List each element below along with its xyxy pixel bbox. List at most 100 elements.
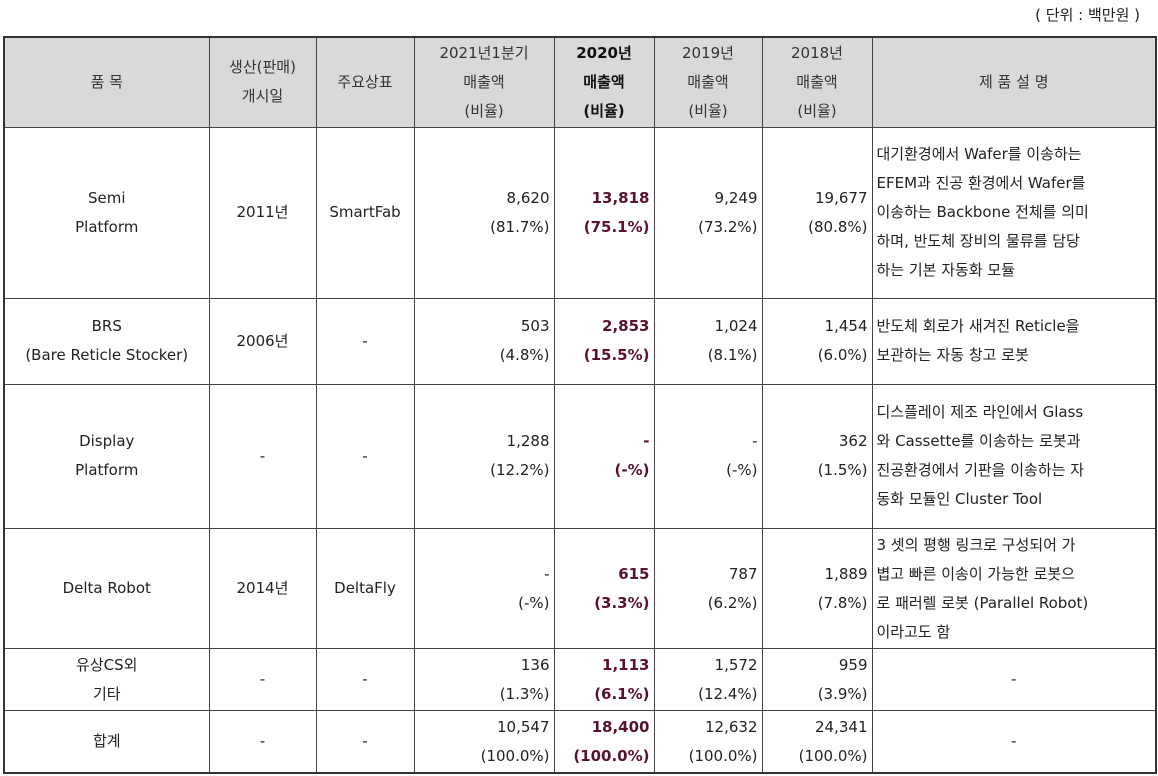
product-name-line2: Platform: [75, 217, 139, 236]
start-date-cell: 2011년: [208, 126, 317, 299]
description-line: 이송하는 Backbone 전체를 의미: [876, 203, 1089, 222]
product-name: 유상CS외: [76, 655, 138, 674]
product-name: Display: [79, 432, 135, 451]
description-cell: 디스플레이 제조 라인에서 Glass 와 Cassette를 이송하는 로봇과 진…: [871, 383, 1157, 530]
description-line: 하는 기본 자동화 모듈: [876, 261, 1016, 280]
sales-ratio: (100.0%): [688, 746, 758, 765]
sales-value: 24,341: [815, 717, 868, 736]
sales-y2020-cell: 1,113 (6.1%): [553, 648, 655, 712]
sales-q1-cell: 8,620 (81.7%): [413, 126, 555, 299]
brand-cell: -: [315, 648, 415, 712]
sales-y2018-cell: 959 (3.9%): [761, 648, 873, 712]
sales-ratio: (-%): [726, 461, 758, 480]
sales-y2018-cell: 362 (1.5%): [761, 383, 873, 530]
start-date-cell: -: [208, 648, 317, 712]
sales-value: 787: [728, 564, 758, 583]
product-name-cell: Delta Robot: [3, 528, 210, 650]
product-name-cell: 유상CS외기타: [3, 648, 210, 712]
product-name-cell: 합계: [3, 710, 210, 774]
sales-ratio: (7.8%): [817, 593, 868, 612]
product-name-line2: 기타: [92, 684, 121, 703]
sales-value: 10,547: [497, 717, 550, 736]
sales-value: 1,113: [602, 655, 650, 674]
product-name-line2: Platform: [75, 461, 139, 480]
sales-ratio: (-%): [614, 461, 650, 480]
table-row: 합계 - -10,547 (100.0%) 18,400 (100.0%) 12,632 (1…: [3, 710, 1157, 774]
sales-value: 615: [618, 564, 650, 583]
description-line: 이라고도 함: [876, 622, 951, 641]
sales-value: 362: [838, 432, 868, 451]
sales-value: 18,400: [591, 717, 650, 736]
sales-q1-cell: 10,547 (100.0%): [413, 710, 555, 774]
sales-ratio: (6.2%): [707, 593, 758, 612]
product-name-line2: (Bare Reticle Stocker): [25, 346, 189, 365]
sales-value: 1,454: [824, 317, 868, 336]
header-2019: 2019년 매출액 (비율): [653, 36, 763, 128]
sales-value: 959: [838, 655, 868, 674]
description-line: -: [1011, 670, 1017, 689]
description-line: -: [1011, 732, 1017, 751]
sales-ratio: (4.8%): [499, 346, 550, 365]
table-row: 유상CS외 기타 - -136 (1.3%) 1,113 (6.1%) 1,572 (12.4%…: [3, 648, 1157, 712]
sales-value: 2,853: [602, 317, 650, 336]
description-line: 보관하는 자동 창고 로봇: [876, 346, 1029, 365]
sales-y2020-cell: 2,853 (15.5%): [553, 297, 655, 385]
description-line: 와 Cassette를 이송하는 로봇과: [876, 432, 1081, 451]
sales-q1-cell: 1,288 (12.2%): [413, 383, 555, 530]
sales-ratio: (3.3%): [594, 593, 650, 612]
sales-y2018-cell: 24,341 (100.0%): [761, 710, 873, 774]
description-line: 동화 모듈인 Cluster Tool: [876, 490, 1043, 509]
description-cell: -: [871, 648, 1157, 712]
start-date-cell: -: [208, 710, 317, 774]
sales-ratio: (12.2%): [490, 461, 550, 480]
product-sales-table: 품 목 생산(판매) 개시일 주요상표 2021년1분기 매출액 (비율) 20…: [3, 36, 1157, 774]
sales-value: 1,572: [714, 655, 758, 674]
table-row: BRS (Bare Reticle Stocker) 2006년 - 503 (4.8%)…: [3, 297, 1157, 385]
sales-ratio: (73.2%): [698, 217, 758, 236]
sales-ratio: (1.5%): [817, 461, 868, 480]
table-row: Semi Platform 2011년 SmartFab 8,620 (81.7%) 13,…: [3, 126, 1157, 299]
sales-value: 12,632: [705, 717, 758, 736]
description-cell: -: [871, 710, 1157, 774]
brand-cell: -: [315, 297, 415, 385]
description-line: 진공환경에서 기판을 이송하는 자: [876, 461, 1085, 480]
sales-q1-cell: 136 (1.3%): [413, 648, 555, 712]
header-product: 품 목: [3, 36, 210, 128]
header-start-date: 생산(판매) 개시일: [208, 36, 317, 128]
sales-y2019-cell: 12,632 (100.0%): [653, 710, 763, 774]
sales-y2019-cell: 9,249 (73.2%): [653, 126, 763, 299]
sales-y2018-cell: 1,889 (7.8%): [761, 528, 873, 650]
header-brand: 주요상표: [315, 36, 415, 128]
sales-ratio: (6.1%): [594, 684, 650, 703]
header-2021q1: 2021년1분기 매출액 (비율): [413, 36, 555, 128]
product-name-cell: BRS (Bare Reticle Stocker): [3, 297, 210, 385]
sales-ratio: (15.5%): [583, 346, 650, 365]
start-date-cell: 2014년: [208, 528, 317, 650]
product-name-cell: Display Platform: [3, 383, 210, 530]
unit-note: ( 단위 : 백만원 ): [1035, 6, 1140, 24]
product-name: BRS: [91, 317, 122, 336]
description-cell: 반도체 회로가 새겨진 Reticle을보관하는 자동 창고 로봇: [871, 297, 1157, 385]
description-cell: 3 셋의 평행 링크로 구성되어 가 볍고 빠른 이송이 가능한 로봇으 로 패러렐…: [871, 528, 1157, 650]
sales-y2018-cell: 1,454 (6.0%): [761, 297, 873, 385]
sales-value: 8,620: [506, 188, 550, 207]
sales-value: 9,249: [714, 188, 758, 207]
sales-ratio: (3.9%): [817, 684, 868, 703]
sales-ratio: (1.3%): [499, 684, 550, 703]
sales-value: -: [544, 564, 550, 583]
product-name: Delta Robot: [62, 579, 151, 598]
sales-value: -: [752, 432, 758, 451]
header-2018: 2018년 매출액 (비율): [761, 36, 873, 128]
description-line: 반도체 회로가 새겨진 Reticle을: [876, 317, 1080, 336]
sales-value: -: [643, 432, 650, 451]
sales-ratio: (-%): [518, 593, 550, 612]
sales-ratio: (81.7%): [490, 217, 550, 236]
description-cell: 대기환경에서 Wafer를 이송하는 EFEM과 진공 환경에서 Wafer를 이송…: [871, 126, 1157, 299]
table-row: Display Platform - -1,288 (12.2%) - (-%) - (-%) 3…: [3, 383, 1157, 530]
description-line: 대기환경에서 Wafer를 이송하는: [876, 145, 1082, 164]
sales-ratio: (80.8%): [808, 217, 868, 236]
sales-y2020-cell: 18,400 (100.0%): [553, 710, 655, 774]
brand-cell: DeltaFly: [315, 528, 415, 650]
sales-value: 136: [520, 655, 550, 674]
sales-y2019-cell: - (-%): [653, 383, 763, 530]
